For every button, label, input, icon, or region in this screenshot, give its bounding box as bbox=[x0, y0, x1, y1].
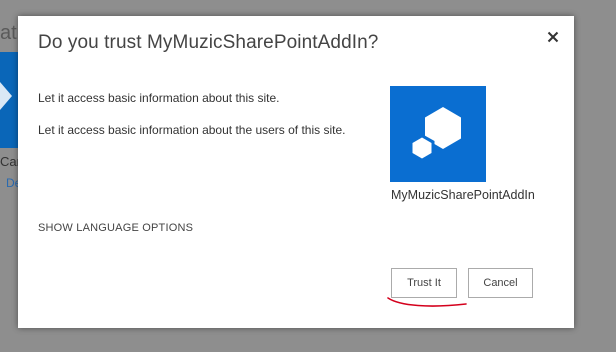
close-icon bbox=[547, 31, 559, 43]
background-tile-shape-icon bbox=[0, 82, 12, 110]
background-heading-fragment: atio bbox=[0, 22, 20, 44]
permission-user-info: Let it access basic information about th… bbox=[38, 123, 346, 137]
trust-dialog: Do you trust MyMuzicSharePointAddIn? Let… bbox=[18, 16, 574, 328]
app-hexagons-icon bbox=[409, 107, 461, 162]
trust-it-button[interactable]: Trust It bbox=[391, 268, 457, 298]
dialog-title: Do you trust MyMuzicSharePointAddIn? bbox=[38, 32, 379, 53]
app-name: MyMuzicSharePointAddIn bbox=[391, 188, 535, 202]
cancel-button[interactable]: Cancel bbox=[468, 268, 533, 298]
background-tile-label: Car bbox=[0, 154, 18, 169]
app-tile bbox=[390, 86, 486, 182]
permission-site-info: Let it access basic information about th… bbox=[38, 91, 280, 105]
close-button[interactable] bbox=[544, 28, 562, 46]
show-language-options-link[interactable]: SHOW LANGUAGE OPTIONS bbox=[38, 222, 193, 234]
